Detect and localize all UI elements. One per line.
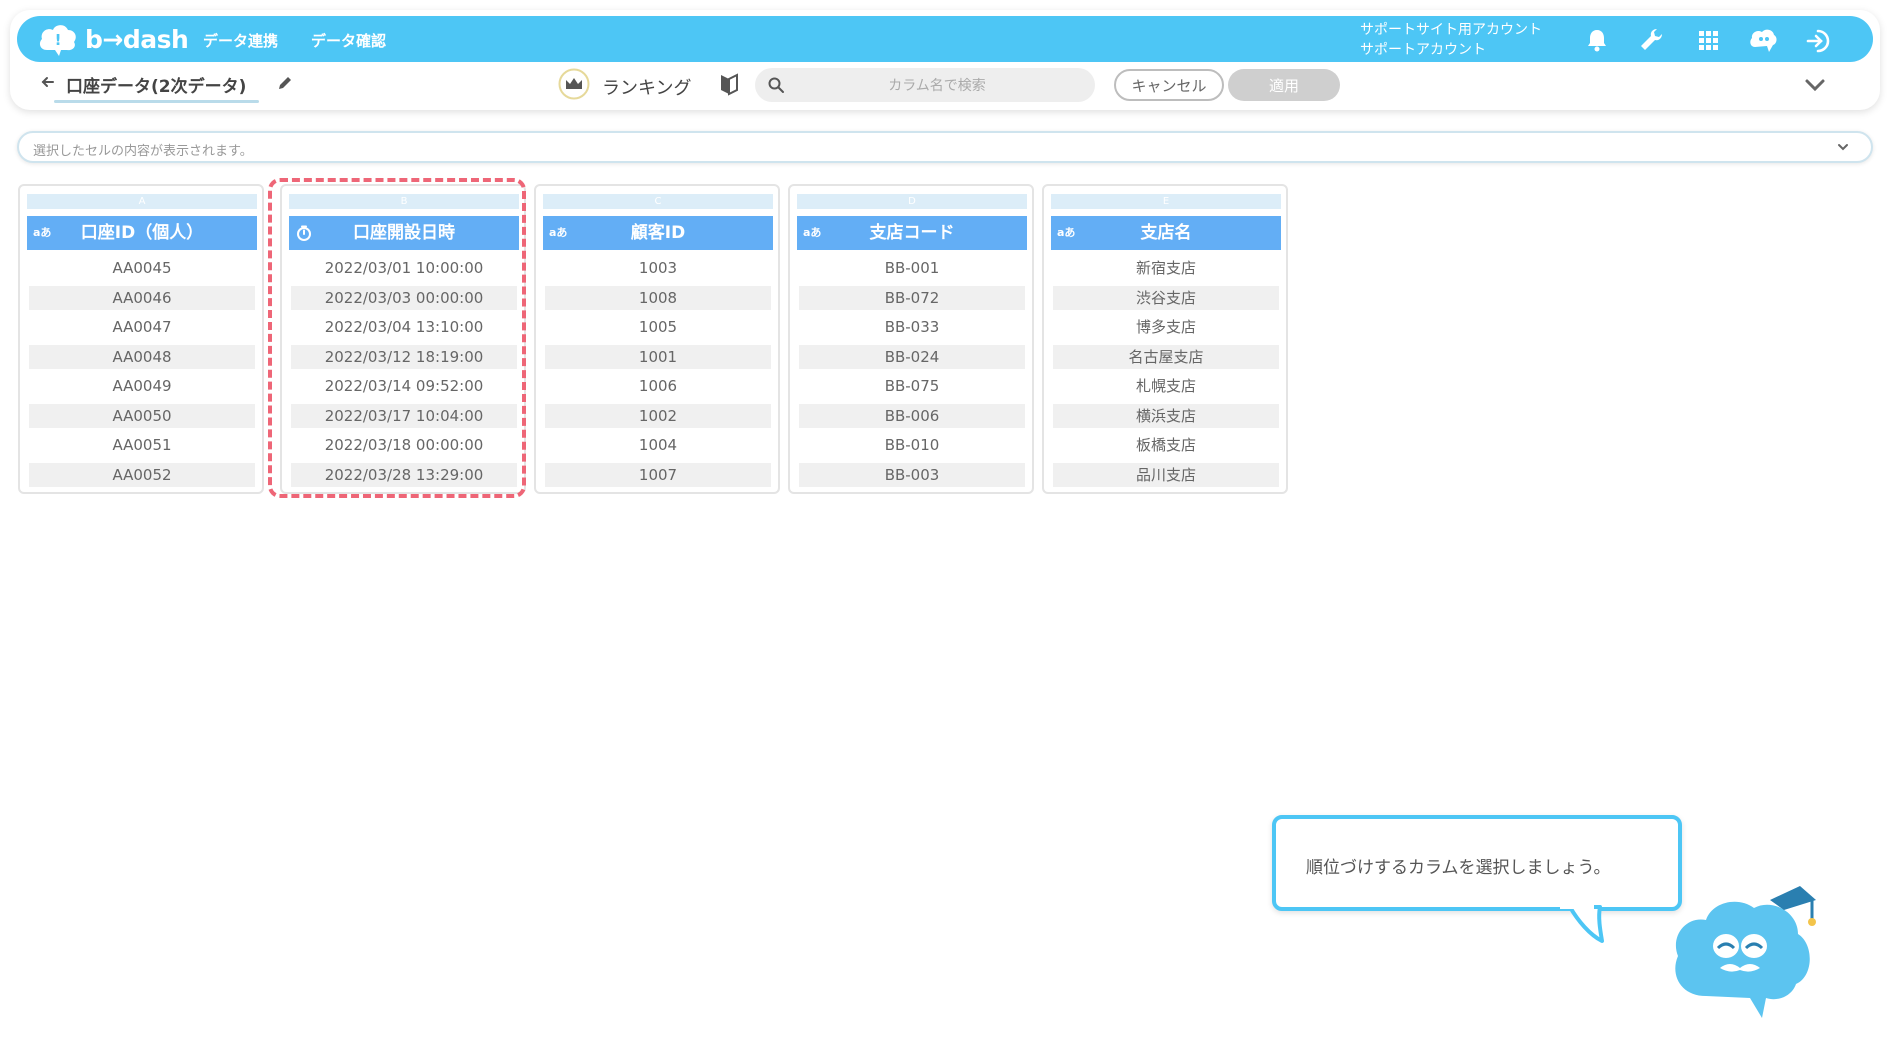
logo[interactable]: ! b→dash bbox=[37, 19, 189, 59]
cancel-button[interactable]: キャンセル bbox=[1114, 69, 1224, 101]
column-header-label: 顧客ID bbox=[630, 223, 686, 243]
column-header[interactable]: aあ 口座ID（個人） bbox=[27, 216, 257, 250]
beginner-mark-icon[interactable] bbox=[718, 72, 740, 96]
column-header-label: 支店名 bbox=[1140, 223, 1192, 243]
table-cell[interactable]: 札幌支店 bbox=[1053, 374, 1279, 398]
column-d[interactable]: Daあ 支店コード BB-001 BB-072 BB-033 BB-024 BB-075 BB… bbox=[788, 184, 1034, 494]
column-a[interactable]: Aaあ 口座ID（個人） AA0045 AA0046 AA0047 AA0048 AA004… bbox=[18, 184, 264, 494]
table-cell[interactable]: 1004 bbox=[545, 433, 771, 457]
column-letter: E bbox=[1051, 194, 1281, 209]
table-cell[interactable]: BB-075 bbox=[799, 374, 1025, 398]
column-letter: D bbox=[797, 194, 1027, 209]
table-cell[interactable]: BB-024 bbox=[799, 344, 1025, 369]
table-cell[interactable]: BB-033 bbox=[799, 315, 1025, 339]
table-cell[interactable]: BB-001 bbox=[799, 256, 1025, 280]
table-cell[interactable]: AA0045 bbox=[29, 256, 255, 280]
account-info[interactable]: サポートサイト用アカウント サポートアカウント bbox=[1360, 20, 1542, 60]
navbar: ! b→dash データ連携 データ確認 サポートサイト用アカウント サポートア… bbox=[17, 16, 1873, 62]
wrench-icon[interactable] bbox=[1637, 25, 1667, 55]
title-underline bbox=[54, 100, 259, 103]
search-box bbox=[755, 68, 1095, 102]
page-title[interactable]: 口座データ(2次データ) bbox=[66, 77, 246, 97]
title-wrap: 口座データ(2次データ) bbox=[54, 72, 259, 103]
column-search-input[interactable] bbox=[795, 72, 1079, 100]
bell-icon[interactable] bbox=[1582, 25, 1612, 55]
column-c[interactable]: Caあ 顧客ID 1003 1008 1005 1001 1006 1002 1004 1007 bbox=[534, 184, 780, 494]
table-cell[interactable]: 1007 bbox=[545, 462, 771, 487]
table-cell[interactable]: AA0050 bbox=[29, 403, 255, 428]
column-highlight-box bbox=[268, 178, 526, 498]
table-cell[interactable]: AA0052 bbox=[29, 462, 255, 487]
column-header-label: 支店コード bbox=[869, 223, 955, 243]
table-cell[interactable]: AA0051 bbox=[29, 433, 255, 457]
logo-cloud-icon: ! bbox=[39, 25, 76, 56]
table-cell[interactable]: 博多支店 bbox=[1053, 315, 1279, 339]
text-type-icon: aあ bbox=[33, 226, 52, 239]
back-arrow-icon[interactable] bbox=[38, 72, 58, 92]
column-header[interactable]: aあ 顧客ID bbox=[543, 216, 773, 250]
cell-bar-chevron-down-icon[interactable] bbox=[1835, 139, 1851, 155]
tooltip-tail bbox=[1560, 905, 1604, 943]
account-user-name: サポートアカウント bbox=[1360, 42, 1486, 58]
search-icon bbox=[767, 76, 785, 94]
text-type-icon: aあ bbox=[549, 226, 568, 239]
column-letter: A bbox=[27, 194, 257, 209]
mascot-character[interactable] bbox=[1666, 878, 1818, 1018]
mascot-chat-icon[interactable] bbox=[1748, 25, 1778, 55]
svg-text:!: ! bbox=[55, 31, 62, 49]
table-cell[interactable]: 横浜支店 bbox=[1053, 403, 1279, 428]
table-cell[interactable]: BB-072 bbox=[799, 285, 1025, 310]
column-rows: 1003 1008 1005 1001 1006 1002 1004 1007 bbox=[545, 256, 771, 492]
logo-text: b→dash bbox=[85, 24, 189, 54]
table-cell[interactable]: 品川支店 bbox=[1053, 462, 1279, 487]
nav-link-data-integration[interactable]: データ連携 bbox=[203, 30, 278, 51]
toolbar: 口座データ(2次データ) ランキング キャンセル 適用 bbox=[10, 66, 1880, 106]
table-cell[interactable]: AA0046 bbox=[29, 285, 255, 310]
table-cell[interactable]: BB-010 bbox=[799, 433, 1025, 457]
table-cell[interactable]: BB-006 bbox=[799, 403, 1025, 428]
logout-icon[interactable] bbox=[1803, 25, 1833, 55]
table-cell[interactable]: 1003 bbox=[545, 256, 771, 280]
table-cell[interactable]: AA0048 bbox=[29, 344, 255, 369]
guide-tooltip: 順位づけするカラムを選択しましょう。 bbox=[1272, 815, 1682, 911]
column-e[interactable]: Eaあ 支店名新宿支店渋谷支店博多支店名古屋支店札幌支店横浜支店板橋支店品川支店 bbox=[1042, 184, 1288, 494]
table-cell[interactable]: 板橋支店 bbox=[1053, 433, 1279, 457]
column-header[interactable]: aあ 支店コード bbox=[797, 216, 1027, 250]
cell-content-bar[interactable]: 選択したセルの内容が表示されます。 bbox=[17, 131, 1873, 163]
ranking-label: ランキング bbox=[602, 78, 692, 99]
text-type-icon: aあ bbox=[1057, 226, 1076, 239]
tooltip-text: 順位づけするカラムを選択しましょう。 bbox=[1306, 858, 1611, 878]
table-cell[interactable]: 新宿支店 bbox=[1053, 256, 1279, 280]
column-header[interactable]: aあ 支店名 bbox=[1051, 216, 1281, 250]
grid-icon[interactable] bbox=[1693, 25, 1723, 55]
table-cell[interactable]: 1001 bbox=[545, 344, 771, 369]
column-rows: BB-001 BB-072 BB-033 BB-024 BB-075 BB-006 BB-0… bbox=[799, 256, 1025, 492]
nav-link-data-check[interactable]: データ確認 bbox=[311, 30, 386, 51]
column-header-label: 口座ID（個人） bbox=[80, 223, 204, 243]
column-rows: 新宿支店渋谷支店博多支店名古屋支店札幌支店横浜支店板橋支店品川支店 bbox=[1053, 256, 1279, 492]
table-cell[interactable]: BB-003 bbox=[799, 462, 1025, 487]
table-cell[interactable]: 1002 bbox=[545, 403, 771, 428]
pencil-edit-icon[interactable] bbox=[276, 74, 294, 92]
table-cell[interactable]: 1005 bbox=[545, 315, 771, 339]
crown-icon bbox=[558, 68, 590, 100]
apply-button[interactable]: 適用 bbox=[1228, 69, 1340, 101]
table-cell[interactable]: AA0047 bbox=[29, 315, 255, 339]
account-site-name: サポートサイト用アカウント bbox=[1360, 22, 1542, 38]
chevron-down-icon[interactable] bbox=[1802, 72, 1828, 98]
table-cell[interactable]: 渋谷支店 bbox=[1053, 285, 1279, 310]
column-rows: AA0045 AA0046 AA0047 AA0048 AA0049 AA0050 AA00… bbox=[29, 256, 255, 492]
table-cell[interactable]: 名古屋支店 bbox=[1053, 344, 1279, 369]
table-cell[interactable]: 1006 bbox=[545, 374, 771, 398]
text-type-icon: aあ bbox=[803, 226, 822, 239]
cell-content-placeholder: 選択したセルの内容が表示されます。 bbox=[33, 144, 253, 159]
table-cell[interactable]: 1008 bbox=[545, 285, 771, 310]
top-card: ! b→dash データ連携 データ確認 サポートサイト用アカウント サポートア… bbox=[10, 10, 1880, 110]
table-cell[interactable]: AA0049 bbox=[29, 374, 255, 398]
column-letter: C bbox=[543, 194, 773, 209]
